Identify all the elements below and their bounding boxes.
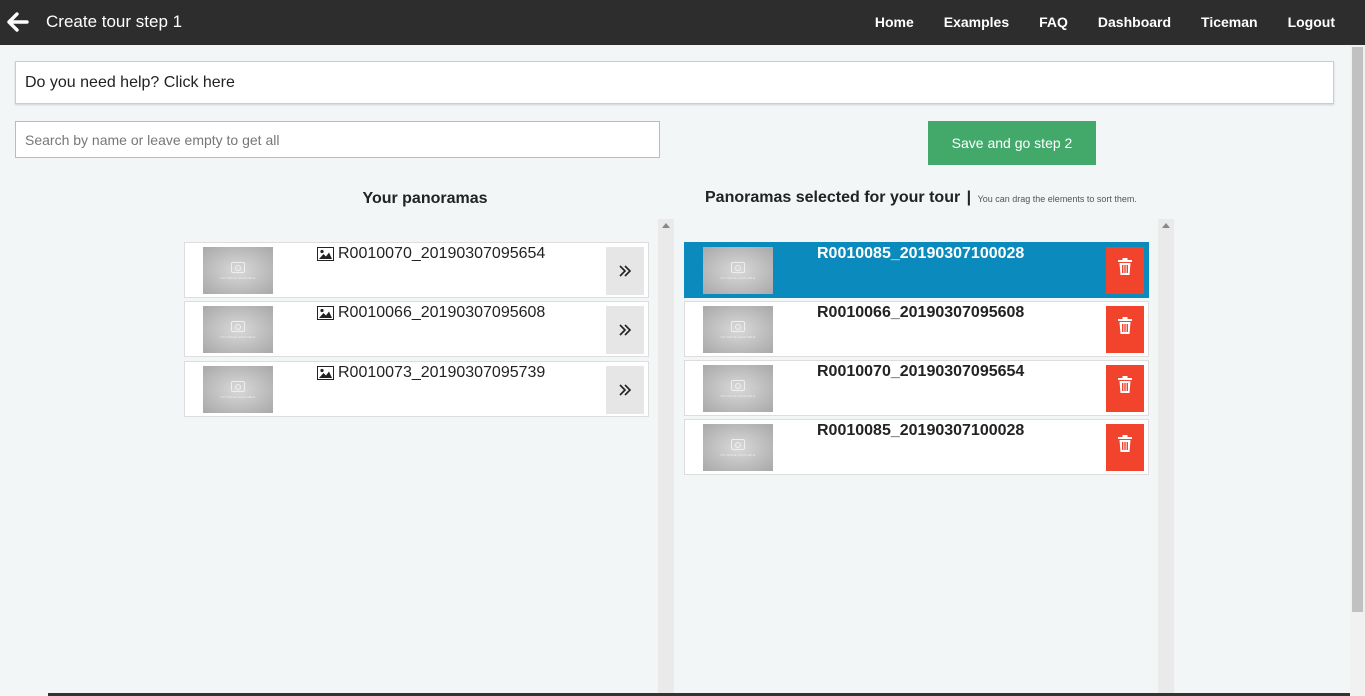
main-nav: Home Examples FAQ Dashboard Ticeman Logo… [845,14,1335,30]
selected-panorama-item[interactable]: NO IMAGE AVAILABLE R0010085_201903071000… [684,242,1149,298]
remove-from-tour-button[interactable] [1106,247,1144,294]
add-to-tour-button[interactable] [606,366,644,414]
selected-panorama-item[interactable]: NO IMAGE AVAILABLE R0010085_201903071000… [684,419,1149,475]
page-title: Create tour step 1 [46,12,183,31]
image-placeholder-icon [231,380,245,392]
thumbnail-caption: NO IMAGE AVAILABLE [720,334,756,339]
panorama-thumbnail: NO IMAGE AVAILABLE [203,247,273,294]
panorama-thumbnail: NO IMAGE AVAILABLE [703,247,773,294]
selected-panorama-item[interactable]: NO IMAGE AVAILABLE R0010070_201903070956… [684,360,1149,416]
panorama-name-text: R0010073_20190307095739 [338,364,546,381]
thumbnail-caption: NO IMAGE AVAILABLE [220,394,256,399]
nav-dashboard[interactable]: Dashboard [1098,14,1171,30]
image-icon [317,366,334,380]
panorama-name: R0010070_20190307095654 [817,363,1025,380]
selected-panoramas-heading: Panoramas selected for your tour | You c… [705,189,1137,207]
scroll-up-icon[interactable] [1162,223,1170,228]
top-navbar: Create tour step 1 Home Examples FAQ Das… [0,0,1365,45]
nav-examples[interactable]: Examples [944,14,1009,30]
nav-home[interactable]: Home [875,14,914,30]
help-link[interactable]: Do you need help? Click here [15,61,1334,104]
nav-logout[interactable]: Logout [1288,14,1335,30]
save-and-next-button[interactable]: Save and go step 2 [928,121,1096,165]
trash-icon [1118,435,1132,452]
add-to-tour-button[interactable] [606,306,644,354]
image-placeholder-icon [231,261,245,273]
panorama-name: R0010066_20190307095608 [817,304,1025,321]
trash-icon [1118,258,1132,275]
double-chevron-right-icon [619,324,632,336]
remove-from-tour-button[interactable] [1106,365,1144,412]
scroll-up-icon[interactable] [662,223,670,228]
trash-icon [1118,376,1132,393]
panorama-list-item[interactable]: NO IMAGE AVAILABLE R0010073_201903070957… [184,361,649,417]
panorama-name: R0010085_20190307100028 [817,422,1025,439]
image-icon [317,306,334,320]
selected-panoramas-title: Panoramas selected for your tour [705,189,961,206]
image-icon [317,247,334,261]
panorama-name-text: R0010070_20190307095654 [338,245,546,262]
search-input[interactable] [15,121,660,158]
thumbnail-caption: NO IMAGE AVAILABLE [220,275,256,280]
image-placeholder-icon [731,438,745,450]
trash-icon [1118,317,1132,334]
nav-user[interactable]: Ticeman [1201,14,1258,30]
panorama-list-item[interactable]: NO IMAGE AVAILABLE R0010066_201903070956… [184,301,649,357]
back-arrow-icon[interactable] [6,10,30,34]
your-panoramas-heading: Your panoramas [362,190,488,207]
panorama-thumbnail: NO IMAGE AVAILABLE [203,366,273,413]
add-to-tour-button[interactable] [606,247,644,295]
remove-from-tour-button[interactable] [1106,424,1144,471]
panorama-thumbnail: NO IMAGE AVAILABLE [703,306,773,353]
right-list-scrollbar[interactable] [1158,219,1174,696]
page-scrollbar-thumb[interactable] [1352,47,1363,612]
thumbnail-caption: NO IMAGE AVAILABLE [220,334,256,339]
heading-separator: | [966,189,972,206]
panorama-name: R0010085_20190307100028 [817,245,1025,262]
nav-faq[interactable]: FAQ [1039,14,1068,30]
thumbnail-caption: NO IMAGE AVAILABLE [720,393,756,398]
page-scrollbar[interactable] [1350,45,1365,696]
double-chevron-right-icon [619,384,632,396]
panorama-thumbnail: NO IMAGE AVAILABLE [703,365,773,412]
image-placeholder-icon [731,320,745,332]
remove-from-tour-button[interactable] [1106,306,1144,353]
selected-panorama-item[interactable]: NO IMAGE AVAILABLE R0010066_201903070956… [684,301,1149,357]
panorama-list-item[interactable]: NO IMAGE AVAILABLE R0010070_201903070956… [184,242,649,298]
image-placeholder-icon [731,261,745,273]
thumbnail-caption: NO IMAGE AVAILABLE [720,452,756,457]
panorama-name-text: R0010066_20190307095608 [338,304,546,321]
panorama-thumbnail: NO IMAGE AVAILABLE [203,306,273,353]
drag-hint: You can drag the elements to sort them. [977,194,1137,204]
panorama-name: R0010070_20190307095654 [317,245,545,263]
panorama-thumbnail: NO IMAGE AVAILABLE [703,424,773,471]
double-chevron-right-icon [619,265,632,277]
image-placeholder-icon [231,320,245,332]
panorama-name: R0010066_20190307095608 [317,304,545,322]
image-placeholder-icon [731,379,745,391]
thumbnail-caption: NO IMAGE AVAILABLE [720,275,756,280]
panorama-name: R0010073_20190307095739 [317,364,545,382]
left-list-scrollbar[interactable] [658,219,674,696]
